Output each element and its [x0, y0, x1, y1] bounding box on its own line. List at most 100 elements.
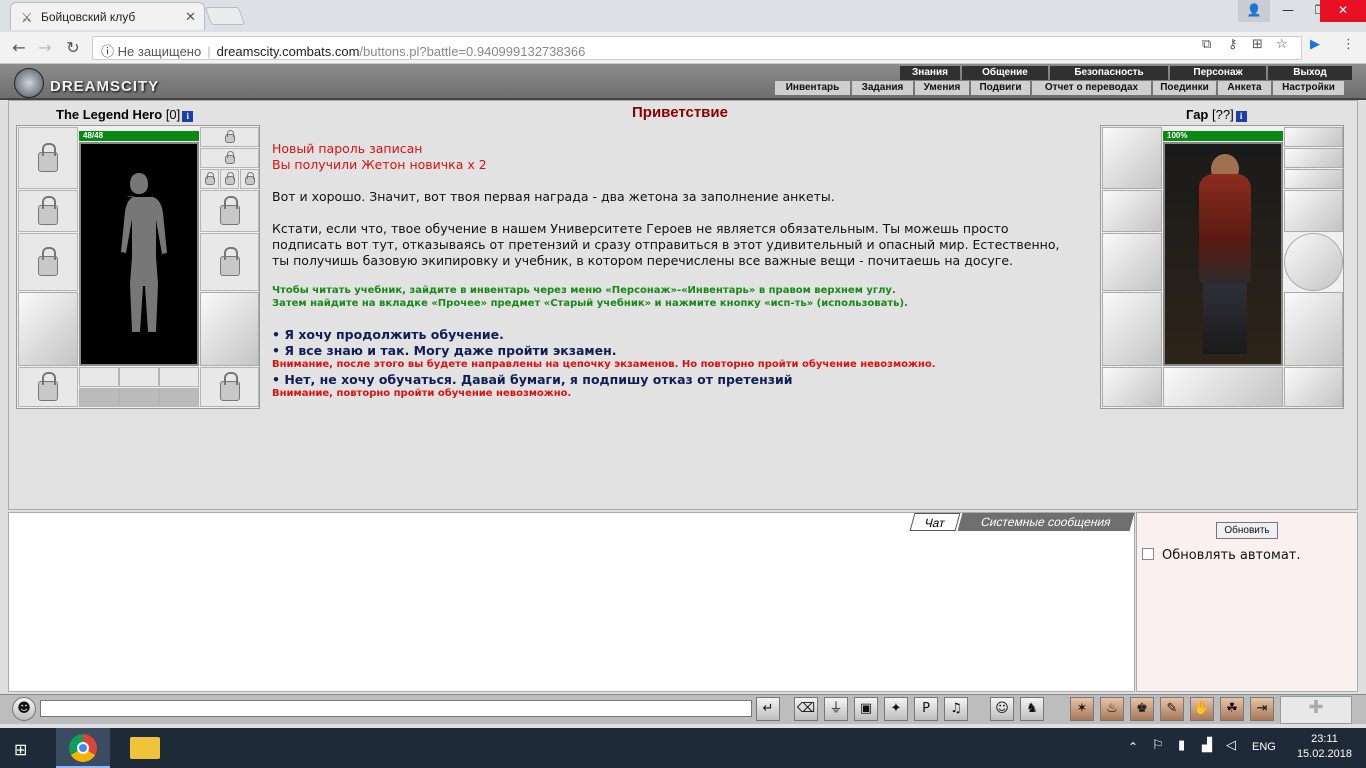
option-take-exam[interactable]: • Я все знаю и так. Могу даже пройти экз… — [272, 343, 617, 359]
option-decline-training[interactable]: • Нет, не хочу обучаться. Давай бумаги, … — [272, 372, 793, 388]
npc-rings — [1284, 169, 1343, 189]
submenu-profile[interactable]: Анкета — [1217, 81, 1271, 95]
submenu-settings[interactable]: Настройки — [1272, 81, 1344, 95]
slot-charm-2[interactable] — [119, 388, 159, 407]
language-indicator[interactable]: ENG — [1252, 741, 1276, 753]
menu-knowledge[interactable]: Знания — [900, 66, 960, 80]
extension-play-icon[interactable]: ▶ — [1310, 37, 1320, 52]
slot-ring-3[interactable] — [159, 367, 199, 387]
slot-ring-c[interactable] — [240, 169, 259, 189]
submenu-skills[interactable]: Умения — [914, 81, 969, 95]
back-icon[interactable]: ← — [8, 38, 30, 57]
slot-amulet[interactable] — [200, 148, 259, 168]
warning-exam: Внимание, после этого вы будете направле… — [272, 359, 936, 370]
lock-icon — [38, 143, 58, 172]
site-logo[interactable]: DREAMSCITY — [10, 67, 165, 98]
helmet-icon[interactable]: ♞ — [1020, 697, 1044, 721]
blocked-popup-icon[interactable]: ⧉ — [1202, 37, 1211, 52]
eraser-icon[interactable]: ⌫ — [794, 697, 818, 721]
menu-communication[interactable]: Общение — [962, 66, 1048, 80]
lock-icon — [38, 247, 58, 276]
slot-earrings[interactable] — [200, 127, 259, 147]
address-bar[interactable]: ⓘ Не защищено | dreamscity.combats.com/but… — [92, 36, 1302, 60]
menu-icon[interactable]: ⋮ — [1342, 37, 1355, 52]
network-alert-icon[interactable]: ⚐ — [1152, 738, 1164, 753]
slot-ring-1[interactable] — [79, 367, 119, 387]
tab-chat[interactable]: Чат — [909, 513, 961, 531]
refresh-button[interactable]: Обновить — [1216, 522, 1278, 539]
clock[interactable]: 23:11 15.02.2018 — [1297, 732, 1352, 762]
fighter-icon[interactable]: ✦ — [884, 697, 908, 721]
scroll-icon[interactable]: ✎ — [1160, 697, 1184, 721]
slot-helmet[interactable] — [18, 127, 78, 189]
player-info-icon[interactable]: i — [182, 111, 194, 122]
slot-bracers[interactable] — [18, 190, 78, 232]
submenu-quests[interactable]: Задания — [851, 81, 913, 95]
chat-head-icon[interactable]: ☻ — [12, 697, 36, 721]
clan-icon[interactable]: ♚ — [1130, 697, 1154, 721]
forward-icon[interactable]: → — [34, 38, 56, 57]
bag-icon[interactable]: ♨ — [1100, 697, 1124, 721]
signal-icon[interactable]: ▟ — [1202, 738, 1212, 753]
page-title: Приветствие — [632, 104, 728, 121]
group-icon[interactable]: ☘ — [1220, 697, 1244, 721]
translate-icon[interactable]: ⊞ — [1252, 37, 1263, 52]
minimize-button[interactable]: — — [1272, 0, 1304, 22]
battery-icon[interactable]: ▮ — [1178, 738, 1185, 753]
slot-shield[interactable] — [200, 233, 259, 291]
lock-icon — [204, 172, 215, 185]
sound-icon[interactable]: ♫ — [944, 697, 968, 721]
profile-icon[interactable]: 👤 — [1238, 0, 1270, 22]
slot-weapon[interactable] — [18, 233, 78, 291]
windows-start-icon[interactable]: ⊞ — [14, 740, 38, 759]
slot-charm-1[interactable] — [79, 388, 119, 407]
submenu-inventory[interactable]: Инвентарь — [774, 81, 850, 95]
slot-ring-2[interactable] — [119, 367, 159, 387]
tab-system-messages[interactable]: Системные сообщения — [957, 513, 1135, 531]
submenu-feats[interactable]: Подвиги — [970, 81, 1030, 95]
npc-body — [1199, 174, 1251, 284]
save-icon[interactable]: ▣ — [854, 697, 878, 721]
smiley-icon[interactable]: ☺ — [990, 697, 1014, 721]
menu-exit[interactable]: Выход — [1268, 66, 1352, 80]
hand-icon[interactable]: ✋ — [1190, 697, 1214, 721]
info-icon[interactable]: ⓘ — [101, 44, 114, 59]
chrome-taskbar-button[interactable] — [56, 728, 110, 768]
menu-security[interactable]: Безопасность — [1050, 66, 1168, 80]
slot-ring-b[interactable] — [220, 169, 239, 189]
npc-info-icon[interactable]: i — [1235, 111, 1247, 122]
npc-necklace — [1284, 148, 1343, 168]
option-continue-training[interactable]: • Я хочу продолжить обучение. — [272, 327, 504, 343]
browser-tab[interactable]: ⚔ Бойцовский клуб ✕ — [10, 2, 205, 30]
slot-pants[interactable] — [200, 292, 259, 366]
slot-boots[interactable] — [200, 367, 259, 407]
chat-input[interactable] — [40, 700, 752, 717]
reload-icon[interactable]: ↻ — [62, 38, 84, 57]
window-close-button[interactable]: ✕ — [1320, 0, 1366, 22]
slot-armor[interactable] — [18, 292, 78, 366]
exit-icon[interactable]: ⇥ — [1250, 697, 1274, 721]
submenu-battles[interactable]: Поединки — [1152, 81, 1216, 95]
send-icon[interactable]: ↵ — [756, 697, 780, 721]
puzzle-icon[interactable]: ✚ — [1280, 696, 1352, 724]
menu-character[interactable]: Персонаж — [1170, 66, 1266, 80]
filter-icon[interactable]: ⏚ — [824, 697, 848, 721]
slot-ring-a[interactable] — [200, 169, 219, 189]
auto-refresh-checkbox[interactable] — [1142, 548, 1154, 560]
new-tab-button[interactable] — [204, 7, 246, 25]
close-tab-icon[interactable]: ✕ — [185, 9, 196, 25]
file-explorer-taskbar-button[interactable] — [118, 728, 172, 768]
chat-window[interactable] — [8, 512, 1135, 692]
slot-belt[interactable] — [18, 367, 78, 407]
star-icon[interactable]: ☆ — [1276, 37, 1288, 52]
slot-charm-3[interactable] — [159, 388, 199, 407]
volume-icon[interactable]: ◁ — [1226, 738, 1236, 753]
tray-chevron-icon[interactable]: ⌃ — [1128, 740, 1138, 754]
attack-icon[interactable]: ✶ — [1070, 697, 1094, 721]
npc-earrings — [1284, 127, 1343, 147]
slot-gloves[interactable] — [200, 190, 259, 232]
submenu-transfer-report[interactable]: Отчет о переводах — [1031, 81, 1151, 95]
key-icon[interactable]: ⚷ — [1228, 37, 1238, 52]
private-icon[interactable]: P — [914, 697, 938, 721]
auto-refresh-label: Обновлять автомат. — [1162, 548, 1301, 563]
